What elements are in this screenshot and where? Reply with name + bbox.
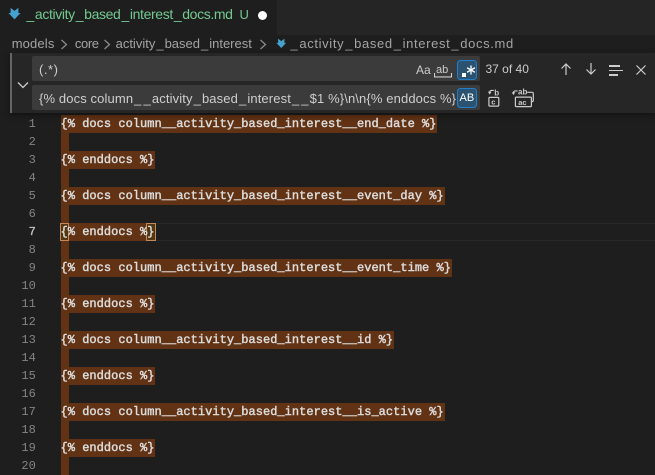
svg-text:ab: ab xyxy=(518,87,527,96)
svg-text:b: b xyxy=(494,89,499,98)
svg-text:ac: ac xyxy=(518,98,526,107)
svg-text:c: c xyxy=(491,98,495,107)
